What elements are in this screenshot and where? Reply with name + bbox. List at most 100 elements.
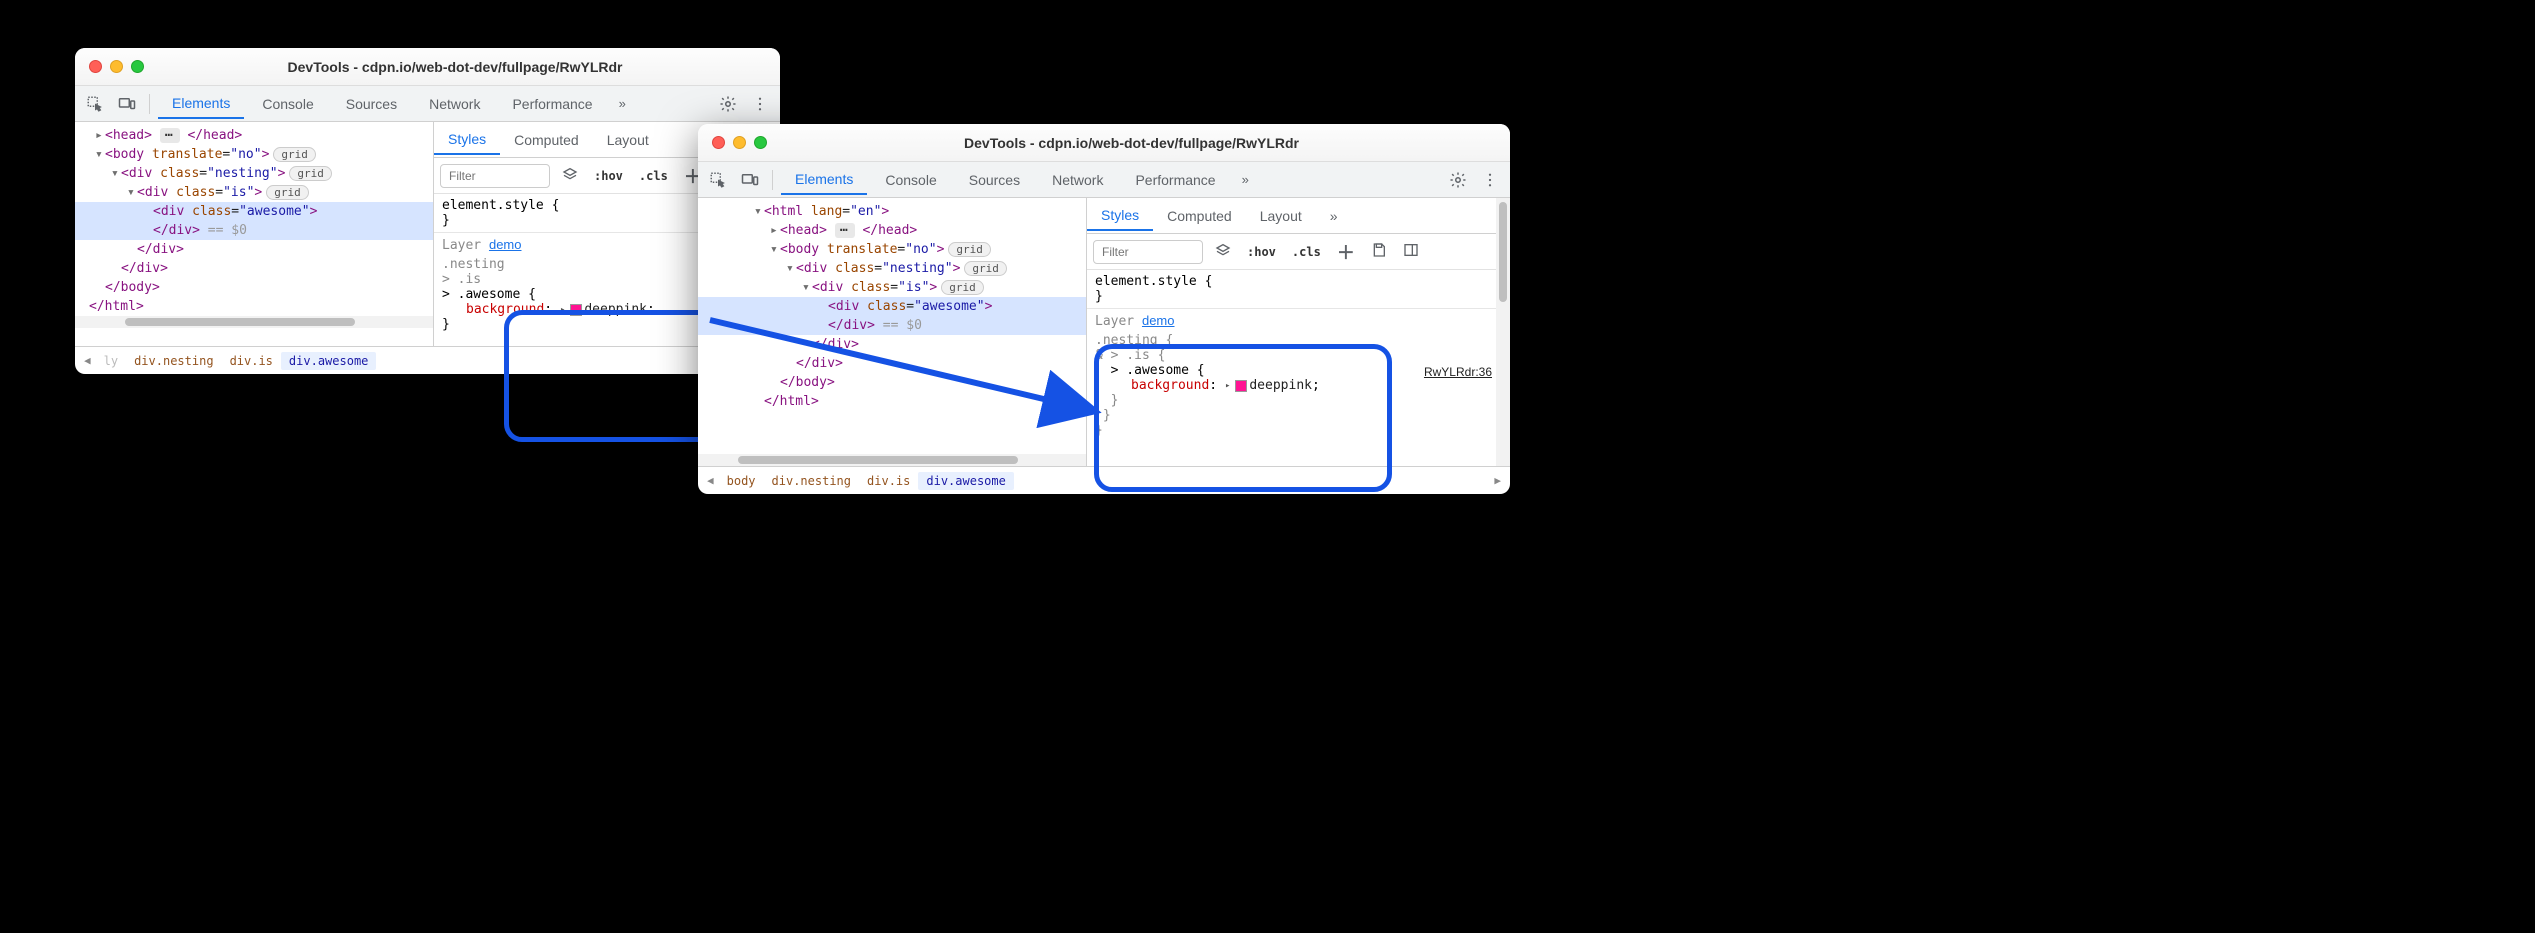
- grid-badge[interactable]: grid: [941, 280, 984, 295]
- zoom-window-button[interactable]: [131, 60, 144, 73]
- tab-layout[interactable]: Layout: [1246, 202, 1316, 230]
- tab-sources[interactable]: Sources: [955, 166, 1034, 194]
- dom-node-awesome-selected[interactable]: <div class="awesome">: [75, 202, 433, 221]
- declaration-background[interactable]: background: ▸deeppink;: [1095, 378, 1502, 393]
- color-swatch[interactable]: [570, 304, 582, 316]
- color-swatch[interactable]: [1235, 380, 1247, 392]
- tab-network[interactable]: Network: [1038, 166, 1117, 194]
- dom-node-html[interactable]: ▾<html lang="en">: [698, 202, 1086, 221]
- tab-computed[interactable]: Computed: [1153, 202, 1246, 230]
- tab-network[interactable]: Network: [415, 90, 494, 118]
- breadcrumb-awesome[interactable]: div.awesome: [918, 472, 1013, 490]
- gear-icon[interactable]: [1444, 166, 1472, 194]
- kebab-menu-icon[interactable]: [746, 90, 774, 118]
- hov-button[interactable]: :hov: [590, 169, 627, 183]
- tab-elements[interactable]: Elements: [158, 89, 244, 119]
- dom-node-body-close[interactable]: </body>: [75, 278, 433, 297]
- layer-link[interactable]: demo: [1142, 313, 1175, 328]
- grid-badge[interactable]: grid: [948, 242, 991, 257]
- horizontal-scrollbar[interactable]: [698, 454, 1086, 466]
- tab-styles[interactable]: Styles: [434, 125, 500, 155]
- dom-node-is-close[interactable]: </div>: [698, 335, 1086, 354]
- tab-performance[interactable]: Performance: [498, 90, 606, 118]
- dom-node-nesting[interactable]: ▾<div class="nesting">grid: [75, 164, 433, 183]
- horizontal-scrollbar[interactable]: [75, 316, 433, 328]
- dom-node-html-close[interactable]: </html>: [75, 297, 433, 316]
- breadcrumb-ly[interactable]: ly: [96, 352, 126, 370]
- grid-badge[interactable]: grid: [289, 166, 332, 181]
- dom-node-body[interactable]: ▾<body translate="no">grid: [698, 240, 1086, 259]
- breadcrumb-nesting[interactable]: div.nesting: [764, 472, 859, 490]
- tab-console[interactable]: Console: [248, 90, 327, 118]
- breadcrumb-prev-icon[interactable]: ◀: [79, 354, 96, 367]
- filter-input[interactable]: [1093, 240, 1203, 264]
- dom-node-head[interactable]: ▸<head> ⋯ </head>: [698, 221, 1086, 240]
- tab-elements[interactable]: Elements: [781, 165, 867, 195]
- styles-filter-bar: :hov .cls ＋: [1087, 234, 1510, 270]
- inspect-icon[interactable]: [81, 90, 109, 118]
- layer-link[interactable]: demo: [489, 237, 522, 252]
- zoom-window-button[interactable]: [754, 136, 767, 149]
- dom-node-is[interactable]: ▾<div class="is">grid: [698, 278, 1086, 297]
- close-window-button[interactable]: [89, 60, 102, 73]
- dom-node-is[interactable]: ▾<div class="is">grid: [75, 183, 433, 202]
- grid-badge[interactable]: grid: [266, 185, 309, 200]
- vertical-scrollbar[interactable]: [1496, 198, 1510, 466]
- breadcrumb-is[interactable]: div.is: [859, 472, 918, 490]
- cls-button[interactable]: .cls: [635, 169, 672, 183]
- gear-icon[interactable]: [714, 90, 742, 118]
- tab-styles[interactable]: Styles: [1087, 201, 1153, 231]
- tabs-overflow-button[interactable]: »: [611, 90, 634, 117]
- kebab-menu-icon[interactable]: [1476, 166, 1504, 194]
- collapsed-dots-icon[interactable]: ⋯: [160, 128, 180, 143]
- breadcrumb-nesting[interactable]: div.nesting: [126, 352, 221, 370]
- dom-node-nesting-close[interactable]: </div>: [75, 259, 433, 278]
- save-style-icon[interactable]: [1367, 242, 1391, 261]
- element-style-block[interactable]: element.style { }: [1095, 274, 1502, 304]
- tab-styles-overflow[interactable]: »: [1316, 202, 1352, 230]
- breadcrumb-prev-icon[interactable]: ◀: [702, 474, 719, 487]
- device-toggle-icon[interactable]: [113, 90, 141, 118]
- nesting-open[interactable]: .nesting {: [1095, 333, 1502, 348]
- dom-node-is-close[interactable]: </div>: [75, 240, 433, 259]
- dom-node-nesting[interactable]: ▾<div class="nesting">grid: [698, 259, 1086, 278]
- tab-sources[interactable]: Sources: [332, 90, 411, 118]
- layers-icon[interactable]: [1211, 242, 1235, 261]
- breadcrumb-awesome[interactable]: div.awesome: [281, 352, 376, 370]
- close-window-button[interactable]: [712, 136, 725, 149]
- dom-node-body-close[interactable]: </body>: [698, 373, 1086, 392]
- filter-input[interactable]: [440, 164, 550, 188]
- dom-node-awesome-close[interactable]: </div> == $0: [698, 316, 1086, 335]
- grid-badge[interactable]: grid: [964, 261, 1007, 276]
- minimize-window-button[interactable]: [110, 60, 123, 73]
- source-link[interactable]: RwYLRdr:36: [1424, 365, 1492, 379]
- new-rule-plus-icon[interactable]: ＋: [1333, 239, 1359, 265]
- dom-node-body[interactable]: ▾<body translate="no">grid: [75, 145, 433, 164]
- dom-node-html-close[interactable]: </html>: [698, 392, 1086, 411]
- window-title: DevTools - cdpn.io/web-dot-dev/fullpage/…: [767, 135, 1496, 151]
- cls-button[interactable]: .cls: [1288, 245, 1325, 259]
- dom-node-awesome-selected[interactable]: <div class="awesome">: [698, 297, 1086, 316]
- is-open[interactable]: & > .is {: [1095, 348, 1502, 363]
- inspect-icon[interactable]: [704, 166, 732, 194]
- dom-node-nesting-close[interactable]: </div>: [698, 354, 1086, 373]
- dom-node-awesome-close[interactable]: </div> == $0: [75, 221, 433, 240]
- breadcrumb-is[interactable]: div.is: [222, 352, 281, 370]
- device-toggle-icon[interactable]: [736, 166, 764, 194]
- sidebar-toggle-icon[interactable]: [1399, 242, 1423, 261]
- dom-tree-pane: ▸<head> ⋯ </head> ▾<body translate="no">…: [75, 122, 433, 346]
- grid-badge[interactable]: grid: [273, 147, 316, 162]
- minimize-window-button[interactable]: [733, 136, 746, 149]
- layers-icon[interactable]: [558, 166, 582, 185]
- tab-computed[interactable]: Computed: [500, 126, 593, 154]
- dom-node-head[interactable]: ▸<head> ⋯ </head>: [75, 126, 433, 145]
- tab-layout[interactable]: Layout: [593, 126, 663, 154]
- breadcrumb-body[interactable]: body: [719, 472, 764, 490]
- hov-button[interactable]: :hov: [1243, 245, 1280, 259]
- collapsed-dots-icon[interactable]: ⋯: [835, 223, 855, 238]
- breadcrumb: ◀ body div.nesting div.is div.awesome ▶: [698, 466, 1510, 494]
- tab-console[interactable]: Console: [871, 166, 950, 194]
- tabs-overflow-button[interactable]: »: [1234, 166, 1257, 193]
- breadcrumb-next-icon[interactable]: ▶: [1489, 474, 1506, 487]
- tab-performance[interactable]: Performance: [1121, 166, 1229, 194]
